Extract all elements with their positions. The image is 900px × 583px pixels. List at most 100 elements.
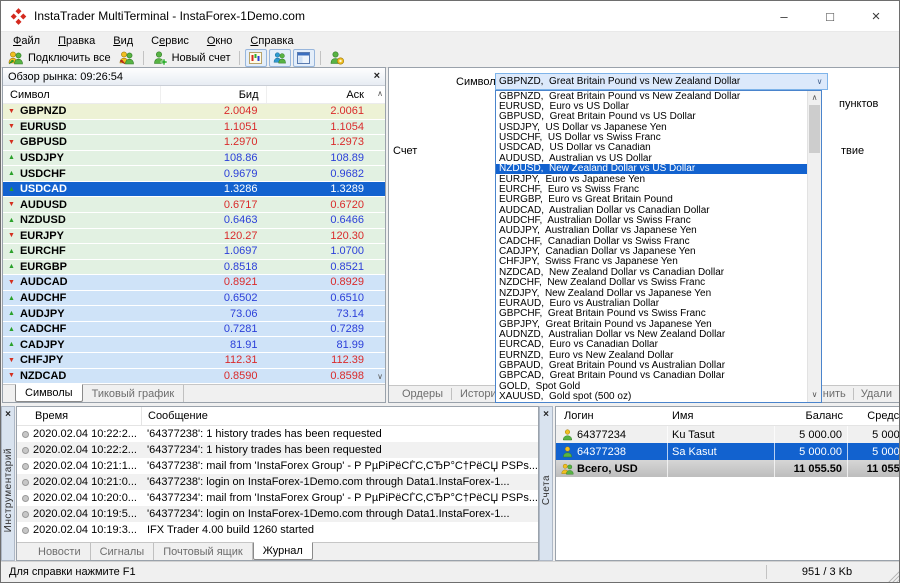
journal-tab[interactable]: Почтовый ящик [154, 543, 252, 560]
symbol-option[interactable]: AUDCHF, Australian Dollar vs Swiss Franc [496, 215, 807, 225]
toolbox-vertical-tab[interactable]: Инструментарий [3, 448, 14, 532]
symbol-option[interactable]: EURGBP, Euro vs Great Britain Pound [496, 195, 807, 205]
market-watch-row[interactable]: USDCHF 0.9679 0.9682 [3, 166, 385, 182]
menu-item[interactable]: Окно [198, 34, 242, 48]
resize-grip[interactable] [887, 569, 900, 582]
market-watch-row[interactable]: USDCAD 1.3286 1.3289 [3, 182, 385, 198]
menu-item[interactable]: Сервис [142, 34, 198, 48]
symbol-option[interactable]: USDJPY, US Dollar vs Japanese Yen [496, 122, 807, 132]
symbol-option[interactable]: AUDUSD, Australian vs US Dollar [496, 153, 807, 163]
market-watch-row[interactable]: NZDUSD 0.6463 0.6466 [3, 213, 385, 229]
account-row[interactable]: 64377238 Sa Kasut 5 000.00 5 000.00 [556, 443, 900, 460]
market-watch-close-icon[interactable]: × [374, 71, 380, 82]
symbol-option[interactable]: AUDJPY, Australian Dollar vs Japanese Ye… [496, 226, 807, 236]
column-message[interactable]: Сообщение [142, 410, 538, 422]
journal-row[interactable]: 2020.02.04 10:22:2... '64377234': 1 hist… [17, 442, 538, 458]
scroll-up-icon[interactable]: ∧ [377, 90, 383, 98]
symbol-option[interactable]: NZDUSD, New Zealand Dollar vs US Dollar [496, 164, 807, 174]
journal-row[interactable]: 2020.02.04 10:21:1... '64377238': mail f… [17, 458, 538, 474]
accounts-toggle-button[interactable] [269, 49, 291, 67]
close-button[interactable]: × [853, 1, 899, 31]
disconnect-all-button[interactable] [115, 50, 139, 67]
market-watch-row[interactable]: CADCHF 0.7281 0.7289 [3, 322, 385, 338]
symbol-option[interactable]: NZDCHF, New Zealand Dollar vs Swiss Fran… [496, 277, 807, 287]
market-watch-row[interactable]: AUDUSD 0.6717 0.6720 [3, 197, 385, 213]
symbol-option[interactable]: EURCHF, Euro vs Swiss Franc [496, 184, 807, 194]
symbol-option[interactable]: EURJPY, Euro vs Japanese Yen [496, 174, 807, 184]
symbol-option[interactable]: USDCAD, US Dollar vs Canadian [496, 143, 807, 153]
journal-row[interactable]: 2020.02.04 10:20:0... '64377234': mail f… [17, 490, 538, 506]
symbol-option[interactable]: CHFJPY, Swiss Franc vs Japanese Yen [496, 257, 807, 267]
new-account-button[interactable]: Новый счет [148, 50, 235, 67]
scroll-down-icon[interactable]: ∨ [808, 391, 821, 399]
expert-settings-button[interactable] [325, 50, 349, 67]
market-watch-row[interactable]: EURJPY 120.27 120.30 [3, 229, 385, 245]
dropdown-scrollbar[interactable]: ∧ ∨ [807, 91, 821, 402]
symbol-option[interactable]: GBPAUD, Great Britain Pound vs Australia… [496, 360, 807, 370]
symbol-option[interactable]: GOLD, Spot Gold [496, 381, 807, 391]
menu-item[interactable]: Правка [49, 34, 104, 48]
market-watch-row[interactable]: CADJPY 81.91 81.99 [3, 337, 385, 353]
symbol-option[interactable]: EURAUD, Euro vs Australian Dollar [496, 298, 807, 308]
symbol-option[interactable]: GBPJPY, Great Britain Pound vs Japanese … [496, 319, 807, 329]
journal-row[interactable]: 2020.02.04 10:19:5... '64377234': login … [17, 506, 538, 522]
journal-tab[interactable]: Журнал [253, 542, 313, 560]
market-watch-tab[interactable]: Тиковый график [83, 385, 185, 402]
maximize-button[interactable]: □ [807, 1, 853, 31]
symbol-option[interactable]: GBPCAD, Great Britain Pound vs Canadian … [496, 371, 807, 381]
journal-close-icon[interactable]: × [5, 407, 11, 420]
tab-orders[interactable]: Ордеры [394, 388, 452, 400]
chevron-down-icon[interactable]: ∨ [812, 77, 827, 86]
symbol-option[interactable]: EURCAD, Euro vs Canadian Dollar [496, 340, 807, 350]
symbol-option[interactable]: CADCHF, Canadian Dollar vs Swiss Franc [496, 236, 807, 246]
journal-row[interactable]: 2020.02.04 10:21:0... '64377238': login … [17, 474, 538, 490]
column-login[interactable]: Логин [556, 407, 668, 425]
market-watch-row[interactable]: USDJPY 108.86 108.89 [3, 151, 385, 167]
menu-item[interactable]: Файл [4, 34, 49, 48]
market-watch-row[interactable]: GBPNZD 2.0049 2.0061 [3, 104, 385, 120]
scrollbar-thumb[interactable] [809, 105, 820, 153]
accounts-vertical-tab[interactable]: Счета [541, 475, 552, 505]
column-balance[interactable]: Баланс [775, 407, 848, 425]
market-watch-row[interactable]: AUDJPY 73.06 73.14 [3, 306, 385, 322]
market-watch-row[interactable]: EURCHF 1.0697 1.0700 [3, 244, 385, 260]
symbol-option[interactable]: EURNZD, Euro vs New Zealand Dollar [496, 350, 807, 360]
market-watch-toggle-button[interactable] [245, 49, 267, 67]
market-watch-row[interactable]: CHFJPY 112.31 112.39 [3, 353, 385, 369]
journal-tab[interactable]: Новости [29, 543, 91, 560]
layout-toggle-button[interactable] [293, 49, 315, 67]
column-equity[interactable]: Средства [848, 407, 900, 425]
column-time[interactable]: Время [17, 407, 142, 425]
symbol-option[interactable]: GBPCHF, Great Britain Pound vs Swiss Fra… [496, 309, 807, 319]
symbol-combobox[interactable]: GBPNZD, Great Britain Pound vs New Zeala… [495, 73, 828, 90]
symbol-option[interactable]: AUDNZD, Australian Dollar vs New Zealand… [496, 329, 807, 339]
symbol-option[interactable]: GBPNZD, Great Britain Pound vs New Zeala… [496, 91, 807, 101]
minimize-button[interactable]: – [761, 1, 807, 31]
column-symbol[interactable]: Символ [3, 89, 160, 101]
symbol-option[interactable]: CADJPY, Canadian Dollar vs Japanese Yen [496, 246, 807, 256]
symbol-option[interactable]: XAUUSD, Gold spot (500 oz) [496, 391, 807, 401]
market-watch-row[interactable]: GBPUSD 1.2970 1.2973 [3, 135, 385, 151]
market-watch-tab[interactable]: Символы [15, 384, 83, 402]
column-name[interactable]: Имя [668, 407, 775, 425]
scroll-up-icon[interactable]: ∧ [808, 94, 821, 102]
accounts-close-icon[interactable]: × [543, 407, 549, 420]
symbol-option[interactable]: AUDCAD, Australian Dollar vs Canadian Do… [496, 205, 807, 215]
journal-tab[interactable]: Сигналы [91, 543, 155, 560]
account-row[interactable]: Всего, USD 11 055.50 11 055.50 [556, 460, 900, 477]
symbol-option[interactable]: USDCHF, US Dollar vs Swiss Franc [496, 132, 807, 142]
market-watch-row[interactable]: EURGBP 0.8518 0.8521 [3, 260, 385, 276]
symbol-option[interactable]: NZDJPY, New Zealand Dollar vs Japanese Y… [496, 288, 807, 298]
menu-item[interactable]: Вид [104, 34, 142, 48]
market-watch-row[interactable]: AUDCHF 0.6502 0.6510 [3, 291, 385, 307]
symbol-option[interactable]: EURUSD, Euro vs US Dollar [496, 101, 807, 111]
symbol-option[interactable]: GBPUSD, Great Britain Pound vs US Dollar [496, 112, 807, 122]
menu-item[interactable]: Справка [241, 34, 302, 48]
market-watch-row[interactable]: NZDCAD 0.8590 0.8598 [3, 369, 385, 385]
column-ask[interactable]: Аск [266, 86, 372, 103]
column-bid[interactable]: Бид [160, 86, 266, 103]
connect-all-button[interactable]: Подключить все [4, 50, 115, 67]
journal-row[interactable]: 2020.02.04 10:22:2... '64377238': 1 hist… [17, 426, 538, 442]
journal-row[interactable]: 2020.02.04 10:19:3... IFX Trader 4.00 bu… [17, 522, 538, 538]
market-watch-row[interactable]: AUDCAD 0.8921 0.8929 [3, 275, 385, 291]
